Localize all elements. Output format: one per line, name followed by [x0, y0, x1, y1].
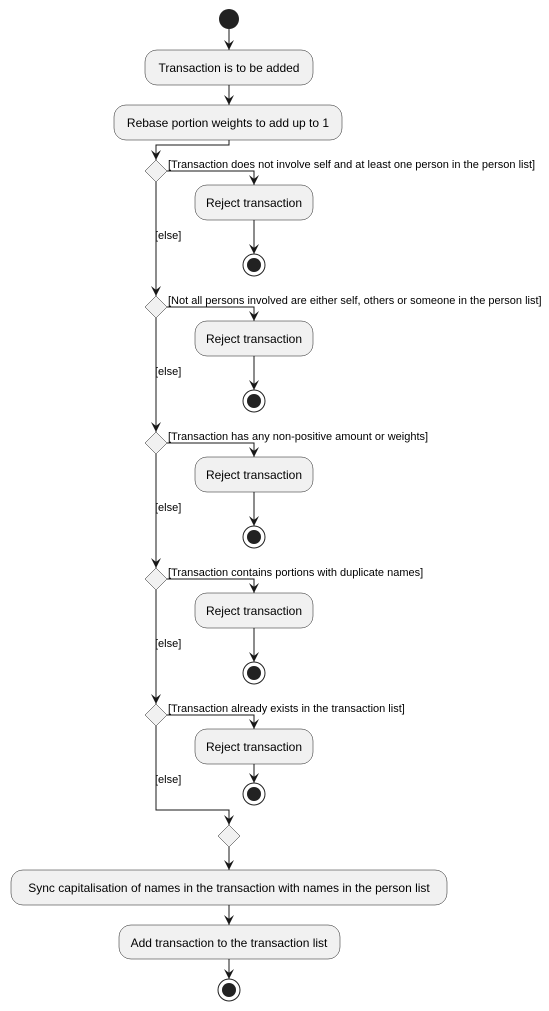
end-node — [242, 253, 266, 277]
svg-text:Reject transaction: Reject transaction — [206, 196, 302, 210]
decision-1: [Transaction does not involve self and a… — [144, 159, 535, 296]
activity-reject-transaction: Reject transaction — [194, 184, 314, 221]
svg-text:Transaction is to be added: Transaction is to be added — [159, 61, 300, 75]
guard-label: [Transaction has any non-positive amount… — [168, 431, 428, 443]
decision-diamond — [144, 703, 168, 727]
activity-reject-transaction: Reject transaction — [194, 456, 314, 493]
activity-add-transaction: Add transaction to the transaction list — [118, 924, 341, 960]
decision-2: [Not all persons involved are either sel… — [144, 295, 542, 432]
decision-4: [Transaction contains portions with dupl… — [144, 567, 423, 704]
end-node — [217, 978, 241, 1002]
else-label: [else] — [155, 230, 181, 242]
activity-diagram: Transaction is to be added Rebase portio… — [10, 9, 542, 1002]
svg-text:Reject transaction: Reject transaction — [206, 332, 302, 346]
svg-text:Reject transaction: Reject transaction — [206, 740, 302, 754]
svg-text:Add transaction to the transac: Add transaction to the transaction list — [131, 936, 328, 950]
activity-transaction-to-be-added: Transaction is to be added — [144, 49, 314, 86]
svg-text:Reject transaction: Reject transaction — [206, 604, 302, 618]
decision-diamond — [144, 567, 168, 591]
svg-text:Rebase portion weights to add: Rebase portion weights to add up to 1 — [127, 116, 329, 130]
activity-rebase-weights: Rebase portion weights to add up to 1 — [113, 104, 343, 141]
guard-label: [Not all persons involved are either sel… — [168, 295, 542, 307]
decision-5: [Transaction already exists in the trans… — [144, 703, 405, 806]
decision-diamond — [144, 431, 168, 455]
activity-reject-transaction: Reject transaction — [194, 728, 314, 765]
guard-label: [Transaction does not involve self and a… — [168, 159, 535, 171]
activity-reject-transaction: Reject transaction — [194, 592, 314, 629]
end-node — [242, 389, 266, 413]
activity-reject-transaction: Reject transaction — [194, 320, 314, 357]
end-node — [242, 782, 266, 806]
activity-sync-capitalisation: Sync capitalisation of names in the tran… — [10, 869, 448, 906]
end-node — [242, 661, 266, 685]
else-label: [else] — [155, 502, 181, 514]
start-node — [219, 9, 239, 29]
else-label: [else] — [155, 774, 181, 786]
merge-diamond — [217, 824, 241, 848]
else-label: [else] — [155, 366, 181, 378]
svg-text:Reject transaction: Reject transaction — [206, 468, 302, 482]
decision-diamond — [144, 159, 168, 183]
decision-diamond — [144, 295, 168, 319]
decision-3: [Transaction has any non-positive amount… — [144, 431, 428, 568]
else-label: [else] — [155, 638, 181, 650]
guard-label: [Transaction already exists in the trans… — [168, 703, 405, 715]
svg-text:Sync capitalisation of names i: Sync capitalisation of names in the tran… — [28, 881, 430, 895]
end-node — [242, 525, 266, 549]
guard-label: [Transaction contains portions with dupl… — [168, 567, 423, 579]
